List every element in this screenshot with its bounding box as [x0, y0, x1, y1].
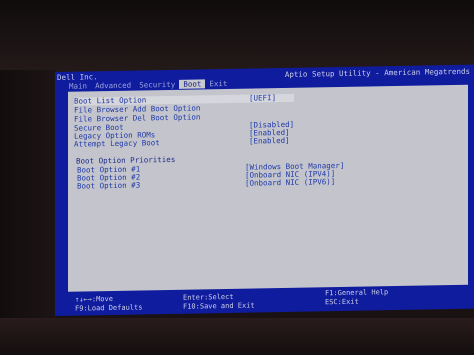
boot-option-3-value[interactable]: [Onboard NIC (IPV6)] — [245, 177, 335, 188]
boot-option-3-row[interactable]: Boot Option #3 [Onboard NIC (IPV6)] — [77, 177, 335, 191]
help-move: ↑↓←→:Move — [75, 294, 113, 304]
help-enter-select: Enter:Select — [183, 292, 234, 302]
boot-list-option-value[interactable]: [UEFI] — [249, 93, 276, 102]
attempt-legacy-boot-value[interactable]: [Enabled] — [249, 136, 290, 146]
attempt-legacy-boot-row[interactable]: Attempt Legacy Boot [Enabled] — [74, 136, 290, 149]
del-boot-option-item[interactable]: File Browser Del Boot Option — [74, 112, 200, 123]
attempt-legacy-boot-label: Attempt Legacy Boot — [74, 138, 160, 149]
photo-background-left — [0, 70, 56, 320]
boot-option-3-label: Boot Option #3 — [77, 180, 141, 191]
tab-security[interactable]: Security — [135, 80, 179, 90]
key-help-bar: ↑↓←→:Move F9:Load Defaults Enter:Select … — [63, 287, 474, 316]
bios-screen: Dell Inc. Aptio Setup Utility - American… — [55, 64, 474, 316]
help-save-exit: F10:Save and Exit — [183, 301, 255, 311]
help-esc-exit: ESC:Exit — [325, 297, 359, 307]
photo-background-bottom — [0, 318, 474, 355]
tab-exit[interactable]: Exit — [205, 79, 231, 88]
tab-boot[interactable]: Boot — [179, 79, 206, 89]
help-general-help: F1:General Help — [325, 288, 389, 298]
photo-background-top — [0, 0, 474, 74]
tab-main[interactable]: Main — [65, 81, 91, 90]
help-load-defaults: F9:Load Defaults — [75, 303, 143, 313]
tab-advanced[interactable]: Advanced — [91, 81, 135, 91]
boot-settings-panel: Boot List Option [UEFI] File Browser Add… — [68, 84, 468, 292]
utility-title: Aptio Setup Utility - American Megatrend… — [284, 66, 470, 79]
